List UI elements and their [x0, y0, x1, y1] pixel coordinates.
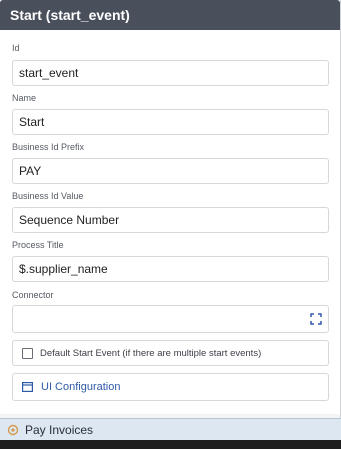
business-id-value-input[interactable] [12, 207, 329, 233]
connector-label: Connector [12, 290, 54, 300]
expand-icon[interactable] [310, 313, 322, 325]
process-title-input[interactable] [12, 256, 329, 282]
connector-field[interactable] [12, 305, 329, 333]
default-start-event-label: Default Start Event (if there are multip… [40, 347, 262, 359]
id-input[interactable] [12, 60, 329, 86]
default-start-event-checkbox[interactable] [22, 347, 33, 359]
tab-pay-invoices[interactable]: Pay Invoices [0, 418, 341, 440]
window-icon [22, 382, 33, 392]
name-label: Name [12, 93, 37, 103]
process-icon [7, 424, 19, 435]
id-label: Id [12, 43, 20, 53]
process-title-label: Process Title [12, 240, 64, 250]
ui-configuration-button[interactable]: UI Configuration [12, 373, 329, 401]
window-bottom-edge [0, 440, 341, 449]
tab-label: Pay Invoices [25, 422, 94, 437]
panel-title: Start (start_event) [0, 0, 340, 30]
business-id-prefix-label: Business Id Prefix [12, 142, 85, 152]
ui-configuration-label: UI Configuration [41, 381, 121, 393]
default-start-event-row: Default Start Event (if there are multip… [12, 340, 329, 366]
business-id-prefix-input[interactable] [12, 158, 329, 184]
business-id-value-label: Business Id Value [12, 191, 84, 201]
name-input[interactable] [12, 109, 329, 135]
